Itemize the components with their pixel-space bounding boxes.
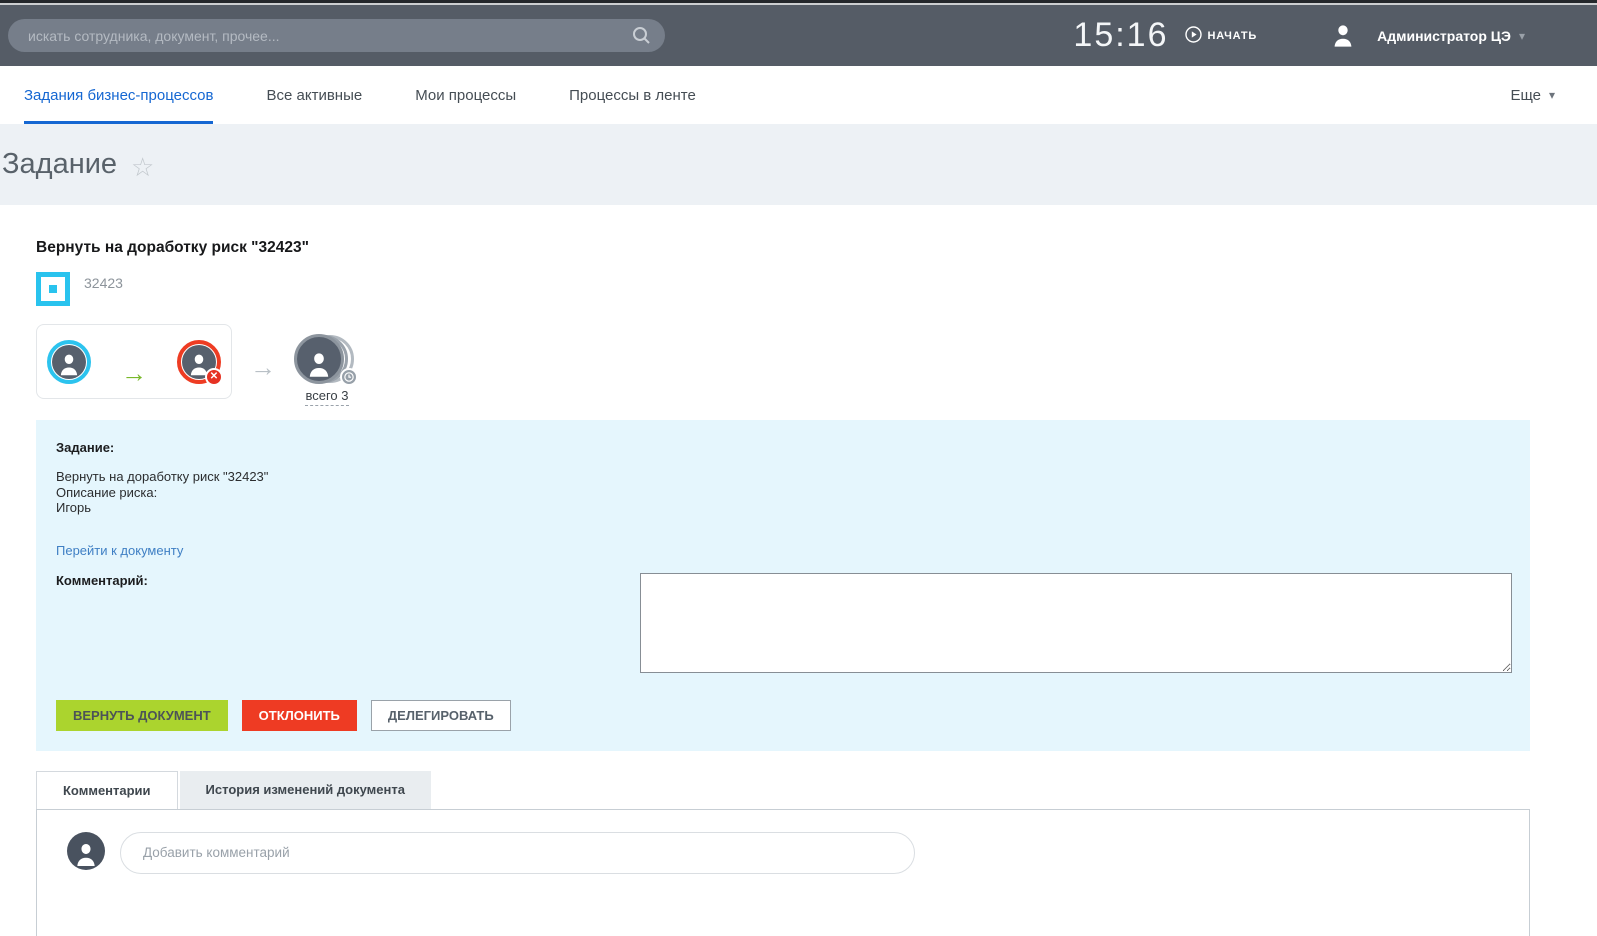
task-description-line: Игорь [56, 500, 1512, 516]
nav-tab-all-active[interactable]: Все активные [266, 66, 362, 124]
chevron-down-icon: ▾ [1519, 29, 1525, 43]
nav-tab-my-processes[interactable]: Мои процессы [415, 66, 516, 124]
arrow-right-gray-icon: → [250, 354, 276, 380]
flow-initiator-avatar[interactable] [47, 340, 91, 384]
comments-section [36, 809, 1530, 936]
delegate-button[interactable]: ДЕЛЕГИРОВАТЬ [371, 700, 511, 731]
arrow-right-green-icon: → [121, 360, 147, 386]
process-flow-diagram: → ✕ → [36, 324, 1597, 406]
document-type-icon-dot [49, 285, 57, 293]
clock-icon [340, 368, 358, 386]
page-title: Задание [2, 148, 117, 181]
task-label: Задание: [56, 440, 1512, 455]
global-search [8, 19, 665, 52]
favorite-star-icon[interactable]: ☆ [131, 154, 154, 180]
flow-declined-avatar[interactable]: ✕ [177, 340, 221, 384]
task-title: Вернуть на доработку риск "32423" [36, 239, 1597, 257]
decline-button[interactable]: ОТКЛОНИТЬ [242, 700, 357, 731]
start-button-label: НАЧАТЬ [1208, 30, 1258, 42]
task-actions: ВЕРНУТЬ ДОКУМЕНТ ОТКЛОНИТЬ ДЕЛЕГИРОВАТЬ [56, 700, 1512, 731]
flow-pending-avatar[interactable] [294, 334, 344, 384]
chevron-down-icon: ▾ [1549, 88, 1555, 102]
declined-x-icon: ✕ [205, 368, 223, 386]
stacked-avatars [294, 332, 360, 386]
search-icon[interactable] [632, 26, 651, 50]
user-name: Администратор ЦЭ [1377, 28, 1511, 44]
task-panel: Задание: Вернуть на доработку риск "3242… [36, 420, 1530, 751]
tab-comments[interactable]: Комментарии [36, 771, 178, 809]
nav-more-menu[interactable]: Еще ▾ [1510, 66, 1555, 124]
current-user-avatar-icon [67, 832, 105, 870]
page-title-bar: Задание ☆ [0, 124, 1597, 205]
flow-pending-participants: всего 3 [294, 332, 360, 406]
document-reference-row: 32423 [36, 272, 1597, 306]
bottom-tabs: Комментарии История изменений документа [36, 771, 1530, 809]
task-description-line: Описание риска: [56, 485, 1512, 501]
person-icon [52, 345, 86, 379]
main-nav: Задания бизнес-процессов Все активные Мо… [0, 66, 1597, 124]
comment-field-row: Комментарий: [56, 573, 1512, 673]
task-description: Вернуть на доработку риск "32423" Описан… [56, 469, 1512, 516]
play-icon [1185, 26, 1202, 46]
comment-label: Комментарий: [56, 573, 640, 673]
search-input[interactable] [8, 19, 665, 52]
timer-clock: 15:16 [1073, 16, 1168, 55]
task-description-line: Вернуть на доработку риск "32423" [56, 469, 1512, 485]
comment-textarea[interactable] [640, 573, 1512, 673]
go-to-document-link[interactable]: Перейти к документу [56, 543, 183, 558]
header-right: 15:16 НАЧАТЬ Администратор ЦЭ ▾ [1073, 16, 1525, 55]
task-content: Вернуть на доработку риск "32423" 32423 … [0, 239, 1597, 936]
user-avatar-icon [1327, 20, 1359, 52]
nav-tab-feed-processes[interactable]: Процессы в ленте [569, 66, 696, 124]
participants-total-link[interactable]: всего 3 [305, 388, 348, 406]
app-header: 15:16 НАЧАТЬ Администратор ЦЭ ▾ [0, 5, 1597, 66]
document-type-icon[interactable] [36, 272, 70, 306]
return-document-button[interactable]: ВЕРНУТЬ ДОКУМЕНТ [56, 700, 228, 731]
document-reference-label: 32423 [84, 275, 123, 291]
add-comment-input[interactable] [120, 832, 915, 874]
nav-tab-process-tasks[interactable]: Задания бизнес-процессов [24, 66, 213, 124]
nav-more-label: Еще [1510, 87, 1541, 104]
tab-document-history[interactable]: История изменений документа [180, 771, 431, 809]
start-timer-button[interactable]: НАЧАТЬ [1185, 26, 1258, 46]
flow-current-step-box: → ✕ [36, 324, 232, 399]
user-menu[interactable]: Администратор ЦЭ ▾ [1327, 20, 1525, 52]
